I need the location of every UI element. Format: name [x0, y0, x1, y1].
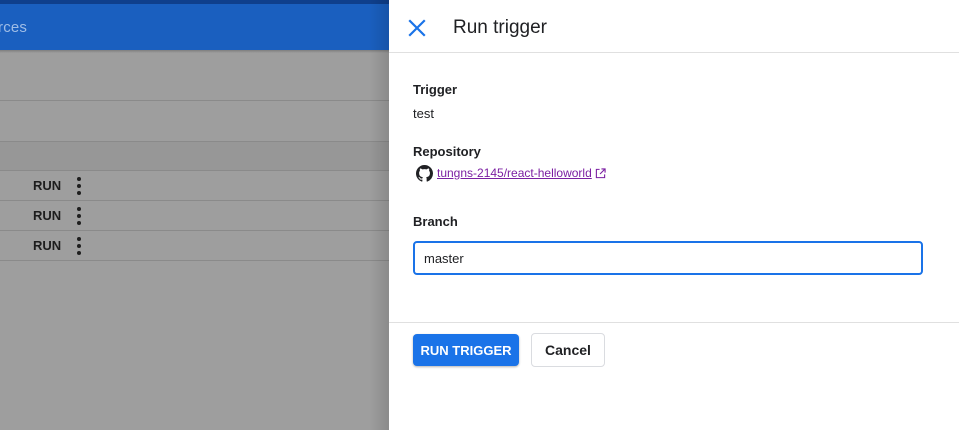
panel-shadow [369, 0, 389, 430]
more-vert-icon[interactable] [76, 177, 82, 195]
divider [0, 141, 389, 142]
panel-title: Run trigger [453, 17, 547, 38]
background-header-shadow [0, 50, 389, 53]
branch-label: Branch [413, 214, 458, 229]
open-in-new-icon [595, 167, 606, 178]
divider [0, 200, 389, 201]
run-trigger-panel: Run trigger Trigger test Repository tung… [389, 0, 959, 430]
close-icon[interactable] [405, 16, 429, 40]
run-link[interactable]: RUN [33, 208, 61, 223]
trigger-value: test [413, 106, 434, 121]
background-page: rces RUN RUN RUN [0, 0, 389, 430]
cancel-button[interactable]: Cancel [531, 333, 605, 367]
github-icon [416, 164, 433, 182]
repository-label: Repository [413, 144, 481, 159]
panel-footer-divider [389, 322, 959, 323]
divider [0, 230, 389, 231]
panel-header: Run trigger [389, 0, 959, 53]
repository-value: tungns-2145/react-helloworld [416, 163, 606, 183]
divider [0, 100, 389, 101]
run-link[interactable]: RUN [33, 178, 61, 193]
run-trigger-button[interactable]: RUN TRIGGER [413, 334, 519, 366]
more-vert-icon[interactable] [76, 237, 82, 255]
background-table-header [0, 141, 389, 171]
background-header-text: rces [0, 19, 28, 36]
run-link[interactable]: RUN [33, 238, 61, 253]
trigger-label: Trigger [413, 82, 458, 97]
divider [0, 170, 389, 171]
divider [0, 260, 389, 261]
repository-link[interactable]: tungns-2145/react-helloworld [437, 166, 592, 180]
background-header: rces [0, 4, 389, 50]
branch-input[interactable] [413, 241, 923, 275]
more-vert-icon[interactable] [76, 207, 82, 225]
